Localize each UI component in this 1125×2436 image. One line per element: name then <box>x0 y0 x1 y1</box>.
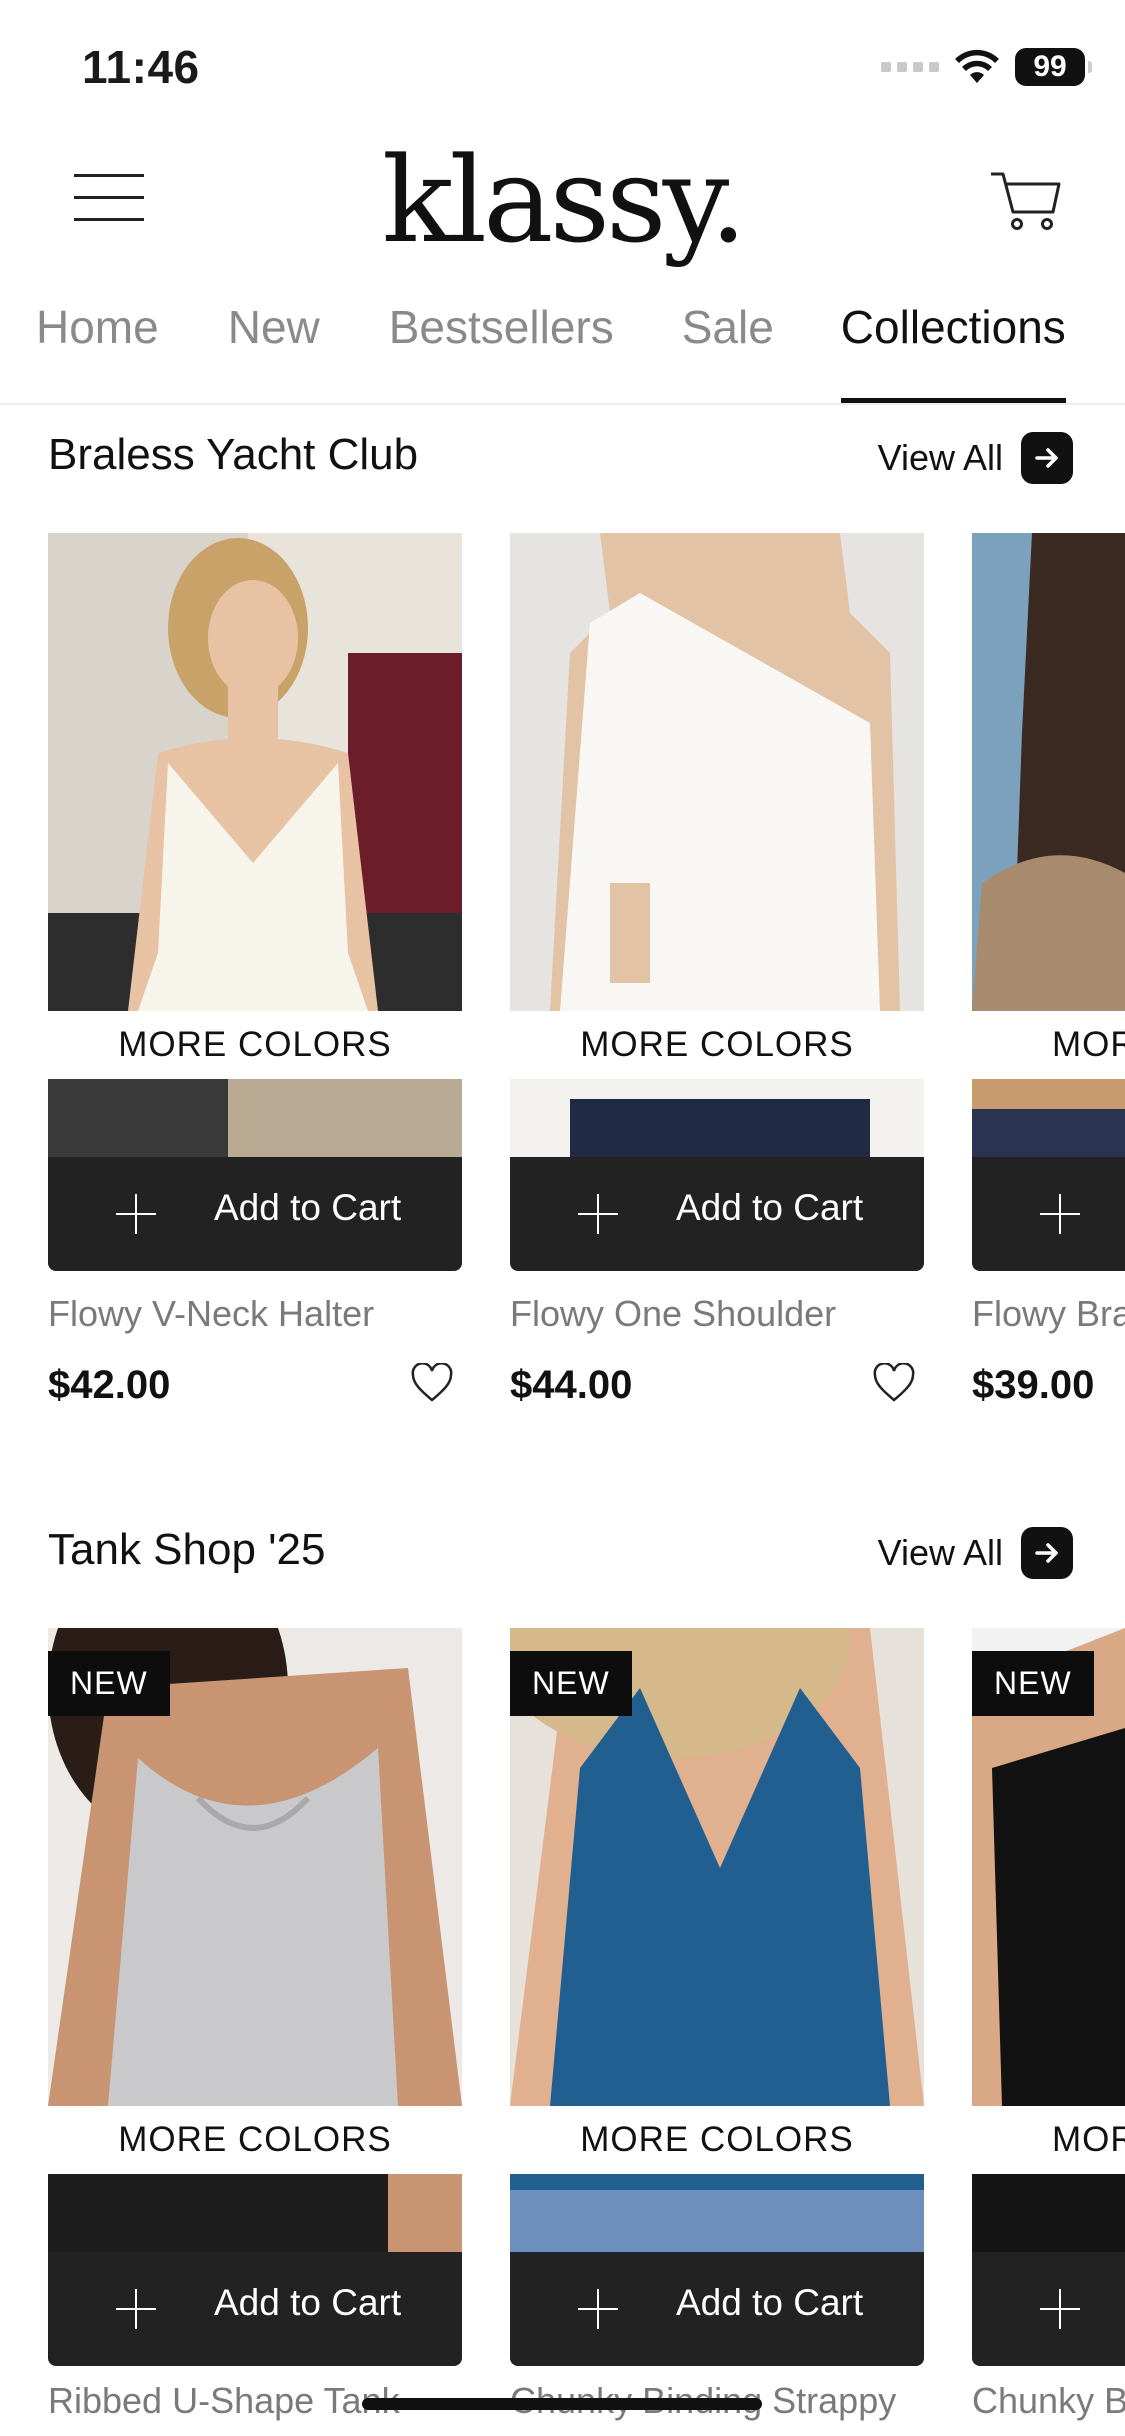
plus-icon <box>116 1194 156 1234</box>
product-card[interactable]: MORE COLORS Add to Cart Flowy V-Neck Hal… <box>48 533 462 1407</box>
view-all-link[interactable]: View All <box>878 432 1073 484</box>
product-name[interactable]: Flowy V-Neck Halter <box>48 1293 374 1335</box>
product-price: $39.00 <box>972 1363 1095 1407</box>
section-title: Braless Yacht Club <box>48 430 419 479</box>
product-image-strip <box>972 1079 1125 1157</box>
new-badge: NEW <box>972 1651 1094 1716</box>
plus-icon <box>578 2289 618 2329</box>
add-to-cart-button[interactable] <box>972 2252 1125 2366</box>
product-image-strip <box>48 1079 462 1157</box>
add-to-cart-button[interactable]: Add to Cart <box>48 1157 462 1271</box>
new-badge: NEW <box>48 1651 170 1716</box>
heart-icon[interactable] <box>410 1363 454 1403</box>
product-card[interactable]: NEW MORE COLORS Add to Cart Chunky Bindi… <box>510 1628 924 2421</box>
cellular-signal-icon <box>881 62 939 72</box>
tab-bestsellers[interactable]: Bestsellers <box>389 290 614 403</box>
battery-icon: 99 <box>1015 48 1092 86</box>
plus-icon <box>1040 1194 1080 1234</box>
product-price: $44.00 <box>510 1363 633 1407</box>
product-image[interactable]: NEW <box>510 1628 924 2106</box>
add-to-cart-button[interactable]: Add to Cart <box>510 2252 924 2366</box>
view-all-link[interactable]: View All <box>878 1527 1073 1579</box>
product-name[interactable]: Chunky B <box>972 2380 1125 2422</box>
plus-icon <box>1040 2289 1080 2329</box>
category-tabs: Home New Bestsellers Sale Collections <box>0 290 1125 405</box>
product-name[interactable]: Flowy One Shoulder <box>510 1293 836 1335</box>
add-to-cart-button[interactable]: Add to Cart <box>48 2252 462 2366</box>
more-colors-label[interactable]: MORE COLORS <box>510 2106 924 2174</box>
heart-icon[interactable] <box>872 1363 916 1403</box>
new-badge: NEW <box>510 1651 632 1716</box>
product-image-strip <box>48 2174 462 2252</box>
view-all-label: View All <box>877 1532 1003 1573</box>
section-title: Tank Shop '25 <box>48 1525 326 1574</box>
arrow-right-icon <box>1021 432 1073 484</box>
product-image[interactable]: NEW <box>48 1628 462 2106</box>
status-time: 11:46 <box>82 41 200 93</box>
more-colors-label[interactable]: MOR <box>972 2106 1125 2174</box>
product-name[interactable]: Ribbed U-Shape Tank <box>48 2380 400 2422</box>
add-to-cart-button[interactable] <box>972 1157 1125 1271</box>
product-carousel[interactable]: MORE COLORS Add to Cart Flowy V-Neck Hal… <box>0 533 1125 1433</box>
more-colors-label[interactable]: MOR <box>972 1011 1125 1079</box>
plus-icon <box>578 1194 618 1234</box>
more-colors-label[interactable]: MORE COLORS <box>48 1011 462 1079</box>
product-carousel[interactable]: NEW MORE COLORS Add to Cart Ribbed U-Sha… <box>0 1628 1125 2436</box>
product-name[interactable]: Flowy Bra <box>972 1293 1125 1335</box>
arrow-right-icon <box>1021 1527 1073 1579</box>
tab-home[interactable]: Home <box>36 290 159 403</box>
status-bar: 11:46 99 <box>0 0 1125 130</box>
tab-collections[interactable]: Collections <box>840 290 1066 403</box>
product-image-strip <box>510 1079 924 1157</box>
product-card[interactable]: MOR Flowy Bra $39.00 <box>972 533 1125 1407</box>
cart-icon[interactable] <box>987 164 1063 236</box>
product-image[interactable] <box>972 533 1125 1011</box>
product-price: $42.00 <box>48 1363 171 1407</box>
product-image[interactable] <box>48 533 462 1011</box>
status-icons: 99 <box>881 48 1092 86</box>
view-all-label: View All <box>877 437 1003 478</box>
more-colors-label[interactable]: MORE COLORS <box>510 1011 924 1079</box>
product-card[interactable]: NEW MOR Chunky B <box>972 1628 1125 2421</box>
product-image-strip <box>972 2174 1125 2252</box>
more-colors-label[interactable]: MORE COLORS <box>48 2106 462 2174</box>
home-indicator[interactable] <box>362 2398 762 2410</box>
add-to-cart-button[interactable]: Add to Cart <box>510 1157 924 1271</box>
product-image[interactable]: NEW <box>972 1628 1125 2106</box>
product-image[interactable] <box>510 533 924 1011</box>
wifi-icon <box>955 49 999 83</box>
brand-logo[interactable]: klassy. <box>0 130 1125 270</box>
product-image-strip <box>510 2174 924 2252</box>
product-card[interactable]: MORE COLORS Add to Cart Flowy One Should… <box>510 533 924 1407</box>
tab-sale[interactable]: Sale <box>682 290 774 403</box>
plus-icon <box>116 2289 156 2329</box>
app-header: klassy. <box>0 130 1125 270</box>
product-card[interactable]: NEW MORE COLORS Add to Cart Ribbed U-Sha… <box>48 1628 462 2421</box>
tab-new[interactable]: New <box>228 290 320 403</box>
